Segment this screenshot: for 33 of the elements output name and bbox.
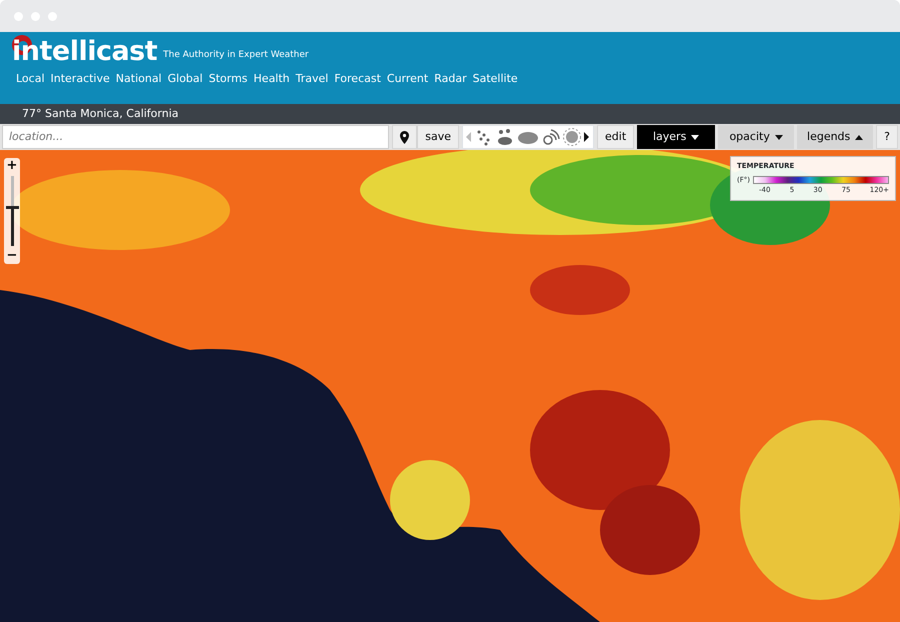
- rain-cloud-icon[interactable]: [496, 128, 514, 146]
- location-field[interactable]: location...: [2, 125, 390, 149]
- nav-link[interactable]: Health: [254, 71, 290, 88]
- radar-icon[interactable]: [542, 128, 560, 146]
- nav-link[interactable]: Radar: [434, 71, 467, 88]
- nav-link[interactable]: Storms: [208, 71, 248, 88]
- cloud-icon[interactable]: [517, 129, 540, 145]
- nav-link[interactable]: Forecast: [334, 71, 381, 88]
- current-location: 77° Santa Monica, California: [0, 104, 900, 124]
- edit-button[interactable]: edit: [597, 125, 634, 149]
- save-button[interactable]: save: [417, 125, 460, 149]
- map-pin-icon: [400, 130, 410, 144]
- caret-icon: [691, 134, 700, 140]
- nav-link[interactable]: National: [116, 71, 162, 88]
- tagline: The Authority in Expert Weather: [163, 48, 309, 62]
- nav-link[interactable]: Satellite: [472, 71, 518, 88]
- nav-link[interactable]: Global: [168, 71, 203, 88]
- zoom-in-button[interactable]: +: [4, 158, 20, 174]
- nav-link[interactable]: Interactive: [50, 71, 110, 88]
- zoom-slider-handle[interactable]: [6, 206, 18, 208]
- nav-link[interactable]: Local: [16, 71, 45, 88]
- right-arrow-icon[interactable]: [584, 132, 590, 142]
- caret-icon: [774, 134, 783, 140]
- brand-logo[interactable]: intellicast: [10, 38, 158, 65]
- dropdown-button[interactable]: legends: [797, 125, 874, 149]
- map-pin-button[interactable]: [392, 125, 418, 149]
- zoom-out-button[interactable]: −: [4, 248, 20, 264]
- nav-link[interactable]: Current: [386, 71, 428, 88]
- help-button[interactable]: ?: [876, 125, 898, 149]
- caret-icon: [855, 134, 864, 140]
- nav-link[interactable]: Travel: [296, 71, 328, 88]
- dropdown-button[interactable]: layers: [637, 125, 716, 149]
- dropdown-button[interactable]: opacity: [718, 125, 794, 149]
